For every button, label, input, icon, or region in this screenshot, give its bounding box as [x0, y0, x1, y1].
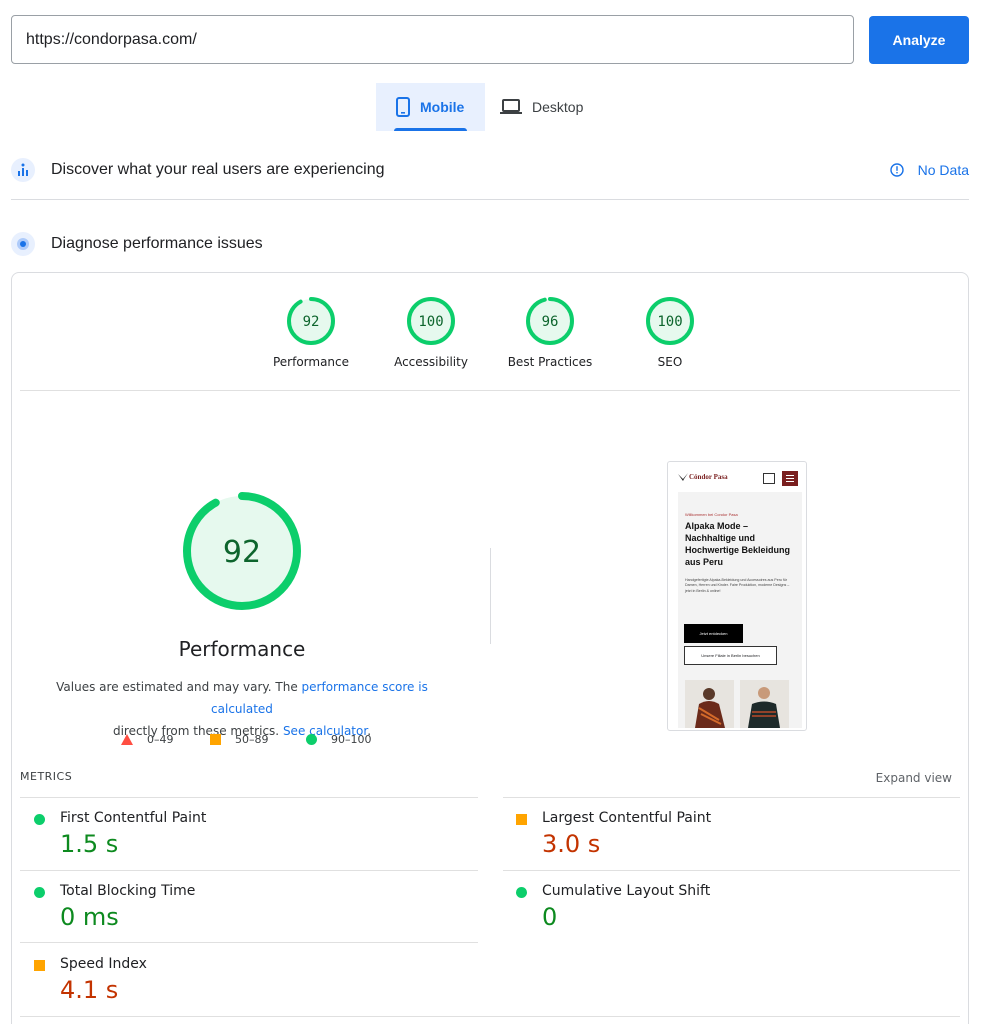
tab-desktop[interactable]: Desktop	[500, 83, 610, 131]
seo-gauge-ring: 100	[646, 297, 694, 345]
metrics-divider	[20, 797, 478, 798]
metrics-divider	[20, 870, 478, 871]
metrics-divider	[503, 797, 960, 798]
metric-lcp-label: Largest Contentful Paint	[542, 810, 712, 826]
performance-score-large: 92	[223, 535, 261, 570]
metrics-divider	[20, 1016, 960, 1017]
performance-label: Performance	[272, 355, 350, 369]
average-square-icon	[34, 960, 45, 971]
screenshot-hero: Willkommen bei Condor Pasa Alpaka Mode –…	[678, 492, 802, 728]
accessibility-score: 100	[418, 314, 443, 330]
final-screenshot[interactable]: Cóndor Pasa Willkommen bei Condor Pasa A…	[667, 461, 807, 731]
metrics-heading: METRICS	[20, 770, 73, 783]
accessibility-gauge-ring: 100	[407, 297, 455, 345]
legend-average: 50–89	[210, 733, 269, 746]
square-icon	[210, 734, 221, 745]
url-input[interactable]	[11, 15, 854, 64]
legend-pass-label: 90–100	[331, 733, 372, 746]
performance-score-small: 92	[303, 314, 320, 330]
legend-fail: 0–49	[121, 733, 174, 746]
analyze-button[interactable]: Analyze	[869, 16, 969, 64]
metric-lcp-value: 3.0 s	[542, 830, 601, 858]
diagnose-title: Diagnose performance issues	[51, 235, 263, 252]
best-practices-gauge-ring: 96	[526, 297, 574, 345]
lighthouse-icon	[11, 232, 35, 256]
metric-si-label: Speed Index	[60, 956, 147, 972]
cart-icon	[763, 473, 775, 484]
smartphone-icon	[396, 97, 410, 117]
average-square-icon	[516, 814, 527, 825]
vertical-separator	[490, 548, 491, 644]
gauges-divider	[20, 390, 960, 391]
metric-tbt-label: Total Blocking Time	[60, 883, 196, 899]
no-data-link[interactable]: No Data	[889, 162, 969, 178]
metric-cls-value: 0	[542, 903, 558, 931]
expand-view-toggle[interactable]: Expand view	[876, 771, 952, 785]
tab-mobile[interactable]: Mobile	[376, 83, 485, 131]
no-data-label: No Data	[917, 162, 969, 178]
best-practices-score: 96	[542, 314, 559, 330]
menu-icon	[782, 471, 798, 486]
metric-cls-label: Cumulative Layout Shift	[542, 883, 711, 899]
legend-average-label: 50–89	[235, 733, 269, 746]
seo-label: SEO	[657, 355, 683, 369]
info-icon	[889, 163, 904, 177]
metrics-divider	[503, 870, 960, 871]
screenshot-headline: Alpaka Mode – Nachhaltige und Hochwertig…	[685, 521, 791, 567]
condor-logo-icon	[678, 473, 688, 481]
best-practices-label: Best Practices	[507, 355, 593, 369]
metric-fcp-value: 1.5 s	[60, 830, 119, 858]
performance-heading: Performance	[178, 637, 306, 661]
real-users-title: Discover what your real users are experi…	[51, 161, 385, 178]
accessibility-label: Accessibility	[394, 355, 468, 369]
pass-circle-icon	[34, 887, 45, 898]
screenshot-cta-primary: Jetzt entdecken	[684, 624, 743, 643]
gauge-seo[interactable]: 100 SEO	[620, 296, 720, 369]
gauge-accessibility[interactable]: 100 Accessibility	[381, 296, 481, 369]
real-users-section: Discover what your real users are experi…	[11, 156, 969, 184]
users-chart-icon	[11, 158, 35, 182]
legend-pass: 90–100	[306, 733, 372, 746]
section-divider	[11, 199, 969, 200]
metric-si-value: 4.1 s	[60, 976, 119, 1004]
seo-score: 100	[657, 314, 682, 330]
laptop-icon	[500, 99, 522, 114]
screenshot-paragraph: Handgefertigte Alpaka-Bekleidung und Acc…	[685, 578, 790, 593]
triangle-icon	[121, 734, 133, 745]
metric-fcp-label: First Contentful Paint	[60, 810, 207, 826]
performance-gauge-large: 92	[183, 492, 301, 610]
pass-circle-icon	[516, 887, 527, 898]
gauge-best-practices[interactable]: 96 Best Practices	[500, 296, 600, 369]
tab-desktop-label: Desktop	[532, 99, 584, 115]
circle-icon	[306, 734, 317, 745]
gauge-performance[interactable]: 92 Performance	[261, 296, 361, 369]
active-tab-indicator	[394, 128, 467, 131]
metric-tbt-value: 0 ms	[60, 903, 119, 931]
pass-circle-icon	[34, 814, 45, 825]
performance-gauge-ring: 92	[287, 297, 335, 345]
screenshot-logo: Cóndor Pasa	[689, 473, 728, 481]
screenshot-cta-secondary: Unsere Filiale in Berlin besuchen	[684, 646, 777, 665]
tab-mobile-label: Mobile	[420, 99, 465, 115]
diagnose-section: Diagnose performance issues	[11, 230, 969, 258]
screenshot-welcome: Willkommen bei Condor Pasa	[685, 512, 738, 517]
product-image-man	[740, 680, 789, 728]
product-image-woman	[685, 680, 734, 728]
screenshot-header: Cóndor Pasa	[668, 462, 806, 492]
metrics-divider	[20, 942, 478, 943]
legend-fail-label: 0–49	[147, 733, 174, 746]
desc-text-1: Values are estimated and may vary. The	[56, 680, 302, 694]
